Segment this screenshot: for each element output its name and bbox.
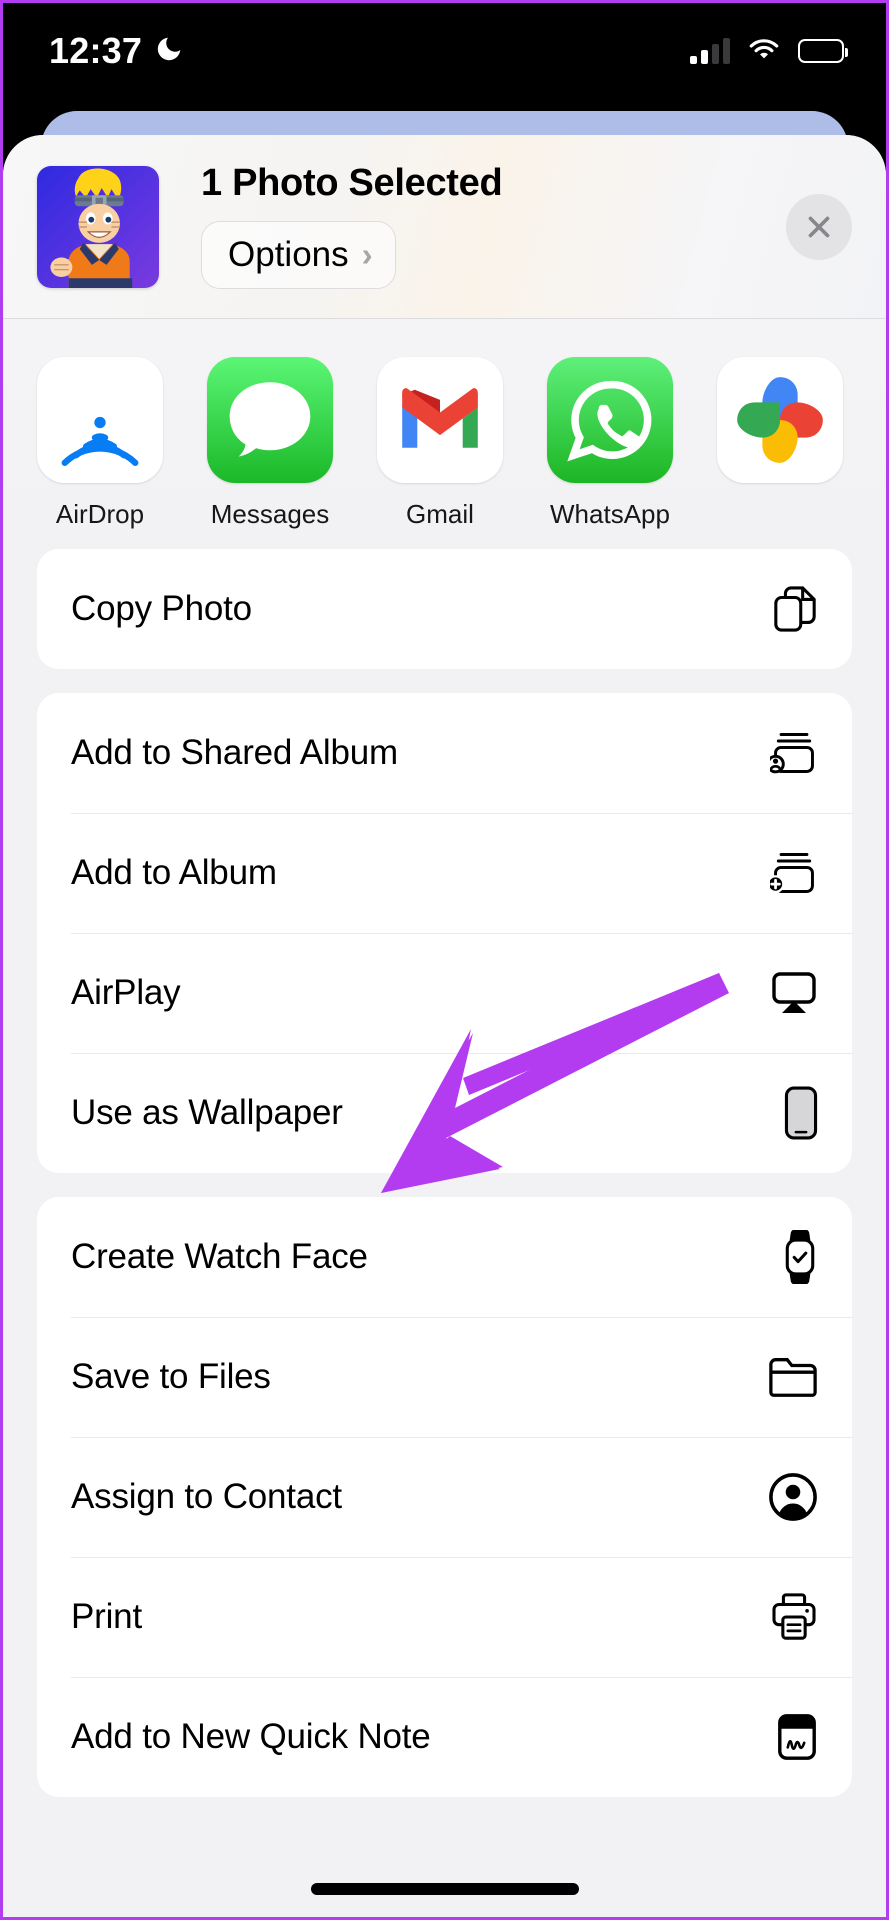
share-sheet-header-text: 1 Photo Selected Options › [201, 164, 776, 289]
action-row-print[interactable]: Print [37, 1557, 852, 1677]
share-sheet-header: 1 Photo Selected Options › [3, 135, 886, 319]
wifi-icon [747, 36, 781, 67]
action-row-add-to-new-quick-note[interactable]: Add to New Quick Note [37, 1677, 852, 1797]
action-label: AirPlay [71, 973, 181, 1012]
action-label: Add to Shared Album [71, 733, 398, 772]
action-group: Add to Shared Album Add to Album AirPlay… [37, 693, 852, 1173]
close-icon [808, 216, 830, 237]
share-target-google-photos[interactable] [717, 357, 843, 499]
battery-full-icon [798, 39, 848, 63]
status-bar: 12:37 [3, 3, 886, 99]
action-label: Add to Album [71, 853, 277, 892]
action-row-add-to-album[interactable]: Add to Album [37, 813, 852, 933]
action-label: Assign to Contact [71, 1477, 342, 1516]
printer-icon [766, 1589, 818, 1645]
airplay-icon [766, 965, 818, 1021]
share-target-gmail[interactable]: Gmail [377, 357, 503, 530]
action-label: Copy Photo [71, 589, 252, 628]
folder-icon [766, 1349, 818, 1405]
close-button[interactable] [786, 193, 852, 260]
status-bar-left: 12:37 [49, 30, 184, 72]
action-label: Save to Files [71, 1357, 271, 1396]
home-indicator [310, 1883, 579, 1895]
quick-note-icon [766, 1709, 818, 1765]
action-row-create-watch-face[interactable]: Create Watch Face [37, 1197, 852, 1317]
action-label: Print [71, 1597, 142, 1636]
share-target-label: WhatsApp [550, 499, 670, 529]
share-sheet: 1 Photo Selected Options › AirDrop Messa… [3, 135, 886, 1917]
action-row-airplay[interactable]: AirPlay [37, 933, 852, 1053]
watch-icon [766, 1229, 818, 1285]
action-row-add-to-shared-album[interactable]: Add to Shared Album [37, 693, 852, 813]
iphone-screen: 12:37 1 Photo Selected Options › AirDrop… [0, 0, 889, 1920]
crescent-moon-icon [154, 34, 184, 69]
action-label: Use as Wallpaper [71, 1093, 343, 1132]
cellular-signal-icon [690, 38, 730, 64]
share-target-airdrop[interactable]: AirDrop [37, 357, 163, 530]
action-label: Create Watch Face [71, 1237, 368, 1276]
contact-person-icon [766, 1469, 818, 1525]
whatsapp-icon [547, 357, 673, 483]
action-row-save-to-files[interactable]: Save to Files [37, 1317, 852, 1437]
wallpaper-iphone-icon [766, 1085, 818, 1141]
airdrop-icon [37, 357, 163, 483]
action-row-assign-to-contact[interactable]: Assign to Contact [37, 1437, 852, 1557]
action-group: Create Watch Face Save to Files Assign t… [37, 1197, 852, 1797]
action-group: Copy Photo [37, 549, 852, 669]
add-album-icon [766, 845, 818, 901]
status-bar-right [690, 36, 848, 67]
share-target-label: Gmail [406, 499, 474, 529]
selected-photo-thumbnail[interactable] [37, 165, 159, 288]
action-row-use-as-wallpaper[interactable]: Use as Wallpaper [37, 1053, 852, 1173]
chevron-right-icon: › [361, 236, 373, 273]
shared-album-icon [766, 725, 818, 781]
google-photos-icon [717, 357, 843, 483]
options-button[interactable]: Options › [201, 221, 396, 289]
share-targets-row[interactable]: AirDrop Messages Gmail WhatsApp [3, 319, 886, 549]
copy-icon [766, 581, 818, 637]
messages-icon [207, 357, 333, 483]
share-actions: Copy Photo Add to Shared Album Add to Al… [3, 549, 886, 1797]
page-title: 1 Photo Selected [201, 162, 503, 204]
share-target-whatsapp[interactable]: WhatsApp [547, 357, 673, 530]
action-label: Add to New Quick Note [71, 1717, 431, 1756]
action-row-copy-photo[interactable]: Copy Photo [37, 549, 852, 669]
gmail-icon [377, 357, 503, 483]
options-button-label: Options [228, 235, 349, 274]
share-target-messages[interactable]: Messages [207, 357, 333, 530]
status-bar-clock: 12:37 [49, 30, 143, 71]
share-target-label: Messages [210, 499, 330, 529]
share-target-label: AirDrop [55, 499, 145, 529]
